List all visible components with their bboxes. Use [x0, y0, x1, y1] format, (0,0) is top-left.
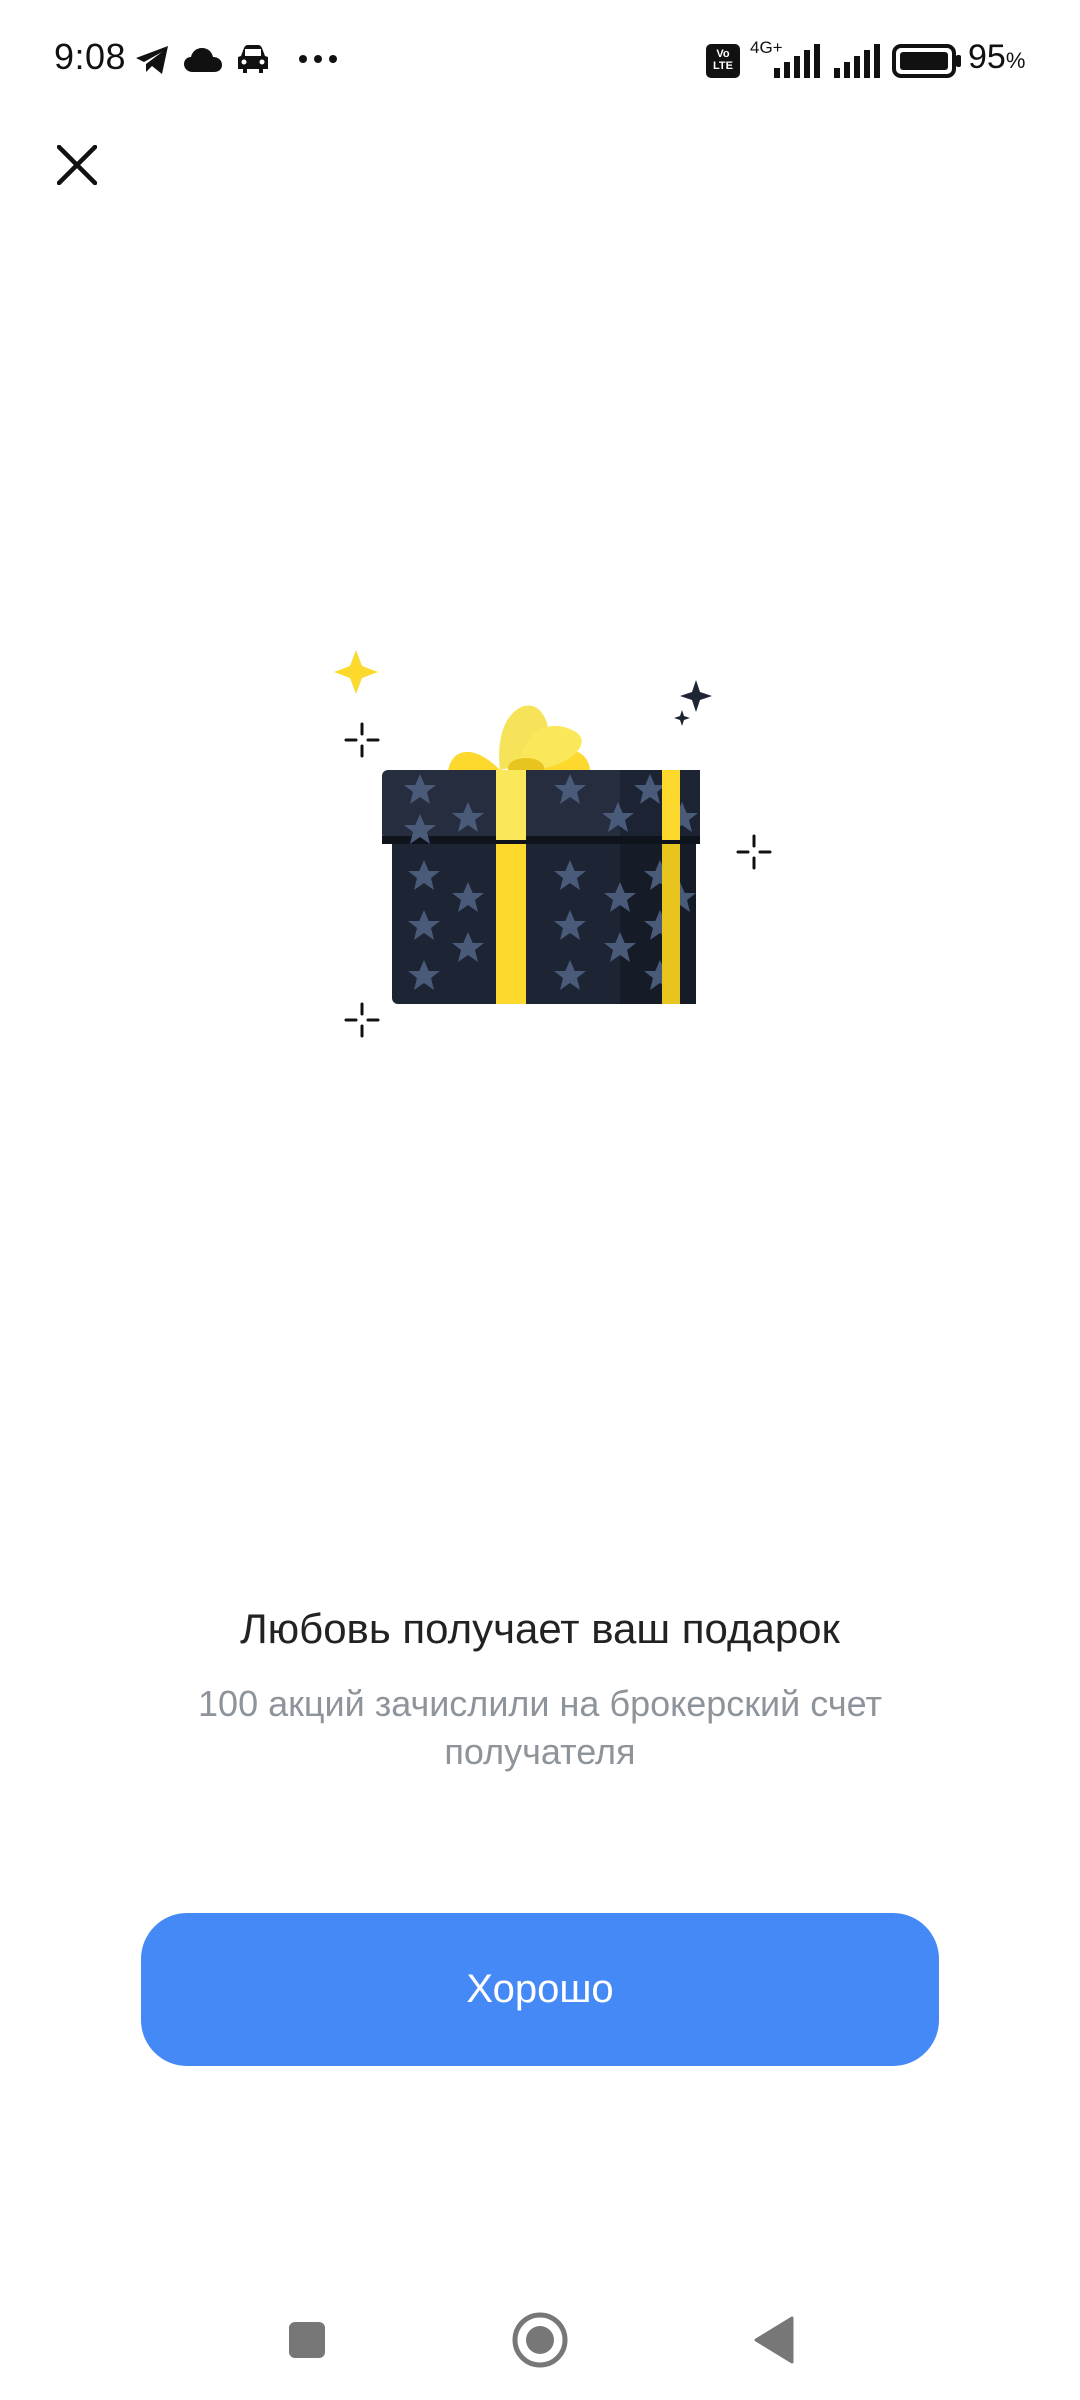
sparkle-cross-icon: [344, 722, 380, 758]
volte-icon: Vo LTE: [706, 44, 740, 78]
recents-button[interactable]: [247, 2280, 367, 2400]
status-time: 9:08: [54, 36, 127, 77]
car-icon: [238, 45, 268, 73]
more-dots-icon: [299, 55, 337, 63]
back-triangle-icon: [754, 2316, 794, 2364]
status-bar: 9:08 Vo LTE 4G+ 95%: [0, 0, 1080, 120]
dialog-title: Любовь получает ваш подарок: [240, 1605, 840, 1652]
dialog-subtitle: 100 акций зачислили на брокерский счет п…: [198, 1683, 882, 1772]
battery-percent: 95%: [968, 38, 1025, 77]
recents-square-icon: [289, 2322, 325, 2358]
telegram-icon: [136, 46, 168, 74]
battery-unit: %: [1005, 48, 1026, 73]
cloud-icon: [184, 48, 222, 72]
close-icon: [57, 145, 97, 185]
battery-icon: [892, 44, 961, 78]
signal-4g-icon: [774, 44, 820, 78]
sparkle-dark-icon: [680, 680, 712, 712]
close-button[interactable]: [42, 130, 112, 200]
sparkle-yellow-icon: [334, 650, 378, 694]
gift-sent-screen: 9:08 Vo LTE 4G+ 95% Любовь получает ваш …: [0, 0, 1080, 2400]
ok-button[interactable]: Хорошо: [141, 1913, 939, 2066]
gift-box-illustration: [334, 650, 772, 1038]
home-button[interactable]: [480, 2280, 600, 2400]
home-circle-icon: [512, 2312, 568, 2368]
battery-value: 95: [968, 38, 1006, 76]
volte-label: Vo LTE: [713, 48, 733, 72]
signal-icon: [834, 44, 880, 78]
back-button[interactable]: [714, 2280, 834, 2400]
navigation-bar: [0, 2280, 1080, 2400]
